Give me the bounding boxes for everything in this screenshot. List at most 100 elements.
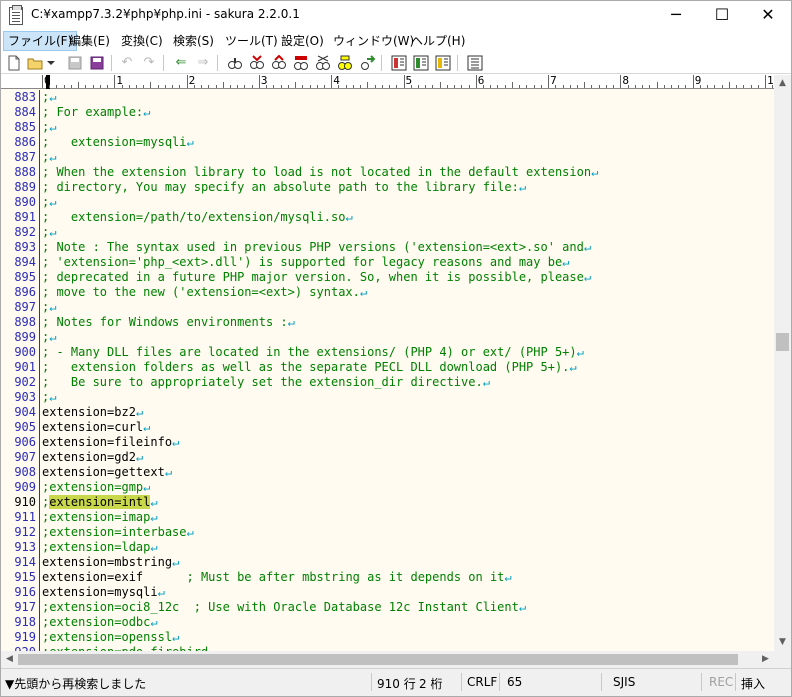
line-text[interactable]: ;↵ [42,120,56,135]
editor-line[interactable]: 908 extension=gettext↵ [1,465,774,480]
line-text[interactable]: ; extension folders as well as the separ… [42,360,577,375]
line-number[interactable]: 919 [1,630,36,645]
save-icon[interactable] [67,55,83,71]
horizontal-scrollbar[interactable]: ◀ ▶ [1,651,774,668]
line-number[interactable]: 884 [1,105,36,120]
line-text[interactable]: ;extension=openssl↵ [42,630,179,645]
editor-line[interactable]: 918 ;extension=odbc↵ [1,615,774,630]
editor-line[interactable]: 890 ;↵ [1,195,774,210]
split-icon[interactable] [435,55,451,71]
line-text[interactable]: ;↵ [42,150,56,165]
editor-line[interactable]: 913 ;extension=ldap↵ [1,540,774,555]
line-number[interactable]: 889 [1,180,36,195]
line-number[interactable]: 906 [1,435,36,450]
text-editor[interactable]: 012345678910 883;↵884; For example:↵885;… [1,75,774,651]
line-text[interactable]: extension=gettext↵ [42,465,172,480]
editor-line[interactable]: 909 ;extension=gmp↵ [1,480,774,495]
vertical-scroll-thumb[interactable] [776,333,789,351]
scroll-down-icon[interactable]: ▼ [774,634,791,651]
scroll-up-icon[interactable]: ▲ [774,75,791,92]
scroll-right-icon[interactable]: ▶ [757,651,774,668]
editor-line[interactable]: 903 ;↵ [1,390,774,405]
line-text[interactable]: ; Be sure to appropriately set the exten… [42,375,490,390]
dropdown-arrow-icon[interactable] [46,55,56,71]
line-number[interactable]: 885 [1,120,36,135]
line-text[interactable]: ; move to the new ('extension=<ext>) syn… [42,285,367,300]
open-folder-icon[interactable] [27,55,43,71]
editor-line[interactable]: 906 extension=fileinfo↵ [1,435,774,450]
line-text[interactable]: ; extension=mysqli↵ [42,135,194,150]
line-number[interactable]: 907 [1,450,36,465]
editor-line[interactable]: 895 ; deprecated in a future PHP major ve… [1,270,774,285]
line-number[interactable]: 891 [1,210,36,225]
line-number[interactable]: 904 [1,405,36,420]
grep-icon[interactable] [337,55,353,71]
line-number[interactable]: 892 [1,225,36,240]
minimize-button[interactable]: ─ [653,1,699,31]
line-text[interactable]: extension=mbstring↵ [42,555,179,570]
editor-line[interactable]: 897 ;↵ [1,300,774,315]
editor-line[interactable]: 914 extension=mbstring↵ [1,555,774,570]
line-number[interactable]: 913 [1,540,36,555]
editor-line[interactable]: 898 ; Notes for Windows environments :↵ [1,315,774,330]
line-text[interactable]: ;extension=interbase↵ [42,525,194,540]
compare-icon[interactable] [413,55,429,71]
editor-line[interactable]: 899 ;↵ [1,330,774,345]
line-number[interactable]: 918 [1,615,36,630]
line-number[interactable]: 896 [1,285,36,300]
line-number[interactable]: 887 [1,150,36,165]
menu-window[interactable]: ウィンドウ(W) [329,31,418,51]
editor-line[interactable]: 893 ; Note : The syntax used in previous … [1,240,774,255]
line-text[interactable]: ; 'extension='php_<ext>.dll') is support… [42,255,569,270]
find-prev-icon[interactable] [271,54,287,71]
menu-settings[interactable]: 設定(O) [277,31,328,51]
line-number[interactable]: 905 [1,420,36,435]
close-button[interactable]: ✕ [745,1,791,31]
editor-line[interactable]: 886 ; extension=mysqli↵ [1,135,774,150]
editor-line[interactable]: 885 ;↵ [1,120,774,135]
redo-icon[interactable]: ↷ [141,55,157,71]
line-text[interactable]: ;extension=intl↵ [42,495,158,510]
undo-icon[interactable]: ↶ [119,55,135,71]
save-all-icon[interactable] [89,55,105,71]
line-text[interactable]: extension=bz2↵ [42,405,143,420]
line-text[interactable]: ;extension=imap↵ [42,510,158,525]
text-lines[interactable]: 883 ;↵ 884; For example:↵ 885 ;↵ 886; extensi… [1,90,774,651]
line-text[interactable]: extension=exif ; Must be after mbstring … [42,570,512,585]
line-text[interactable]: ;↵ [42,195,56,210]
editor-line[interactable]: 892 ;↵ [1,225,774,240]
line-number[interactable]: 899 [1,330,36,345]
line-number[interactable]: 898 [1,315,36,330]
line-number[interactable]: 894 [1,255,36,270]
jump-back-icon[interactable]: ⇐ [173,55,189,71]
line-number[interactable]: 888 [1,165,36,180]
line-number[interactable]: 890 [1,195,36,210]
line-number[interactable]: 893 [1,240,36,255]
new-file-icon[interactable] [6,55,22,71]
editor-line[interactable]: 916 extension=mysqli↵ [1,585,774,600]
settings-icon[interactable] [467,55,483,71]
horizontal-scroll-thumb[interactable] [18,654,738,665]
editor-line[interactable]: 900 ; - Many DLL files are located in the… [1,345,774,360]
editor-line[interactable]: 905 extension=curl↵ [1,420,774,435]
tag-jump-icon[interactable] [359,55,376,71]
line-text[interactable]: extension=gd2↵ [42,450,143,465]
editor-line[interactable]: 883 ;↵ [1,90,774,105]
line-number[interactable]: 916 [1,585,36,600]
editor-line[interactable]: 904 extension=bz2↵ [1,405,774,420]
line-text[interactable]: extension=mysqli↵ [42,585,165,600]
menu-convert[interactable]: 変換(C) [117,31,167,51]
line-number[interactable]: 911 [1,510,36,525]
editor-line[interactable]: 919 ;extension=openssl↵ [1,630,774,645]
line-number[interactable]: 901 [1,360,36,375]
line-text[interactable]: ; - Many DLL files are located in the ex… [42,345,584,360]
editor-line[interactable]: 907 extension=gd2↵ [1,450,774,465]
line-text[interactable]: ; Note : The syntax used in previous PHP… [42,240,591,255]
line-number[interactable]: 914 [1,555,36,570]
line-text[interactable]: ; When the extension library to load is … [42,165,598,180]
line-text[interactable]: ; directory, You may specify an absolute… [42,180,526,195]
clear-mark-icon[interactable] [315,55,331,71]
menu-tools[interactable]: ツール(T) [221,31,282,51]
editor-line[interactable]: 912 ;extension=interbase↵ [1,525,774,540]
vertical-scrollbar[interactable]: ▲ ▼ [774,75,791,651]
